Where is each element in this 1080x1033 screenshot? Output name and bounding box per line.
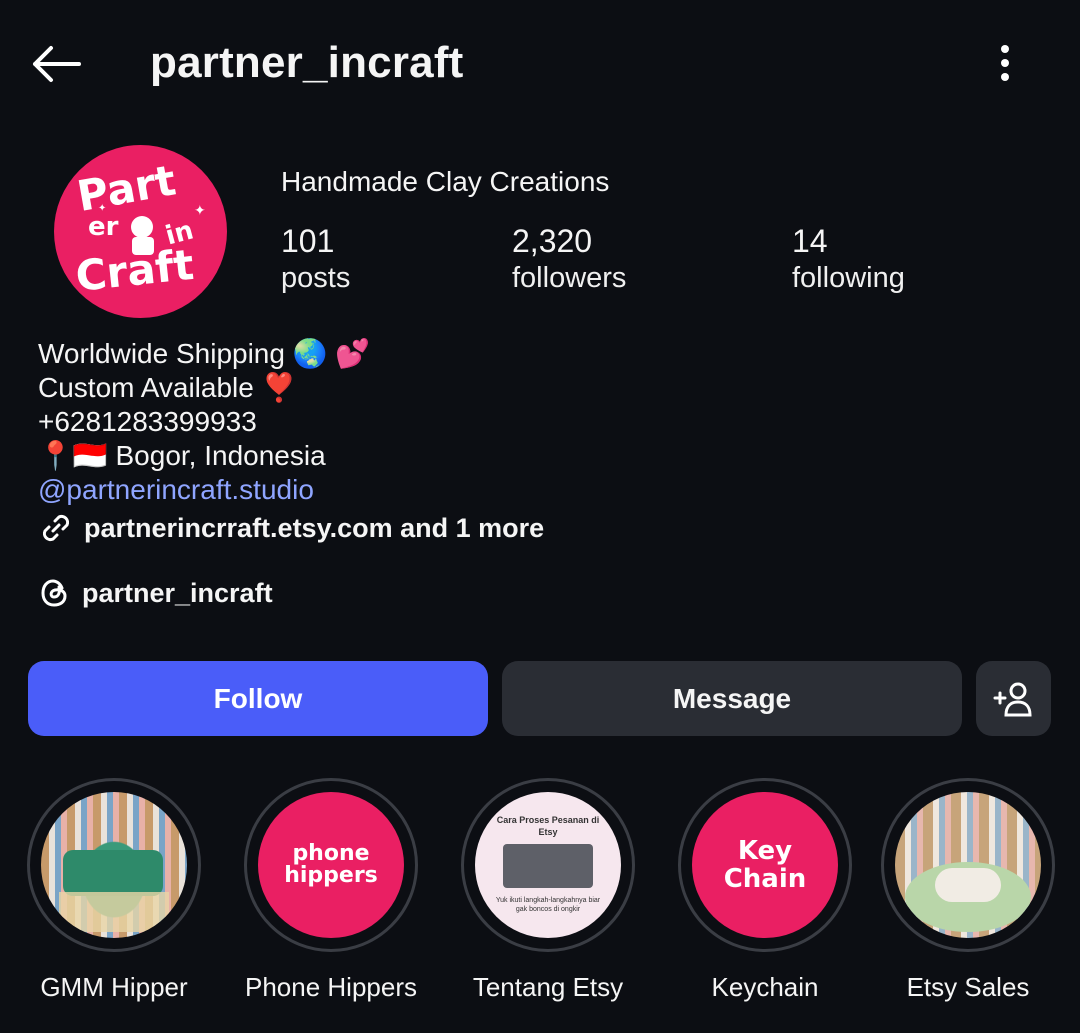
brand-logo: Part er in Craft ✦ ✦ xyxy=(73,156,206,301)
suggest-user-button[interactable] xyxy=(976,661,1051,736)
threads-icon xyxy=(41,579,67,607)
following-label: following xyxy=(792,262,905,294)
highlight-ring: Cara Proses Pesanan di Etsy Yuk ikuti la… xyxy=(461,778,635,952)
follow-button[interactable]: Follow xyxy=(28,661,488,736)
highlight-cover-photo xyxy=(41,792,187,938)
svg-text:er: er xyxy=(88,212,119,242)
svg-text:✦: ✦ xyxy=(98,203,106,214)
bio-location: 📍🇮🇩 Bogor, Indonesia xyxy=(38,440,326,471)
highlight-tentang-etsy[interactable]: Cara Proses Pesanan di Etsy Yuk ikuti la… xyxy=(448,778,648,1003)
external-link-text: partnerincrraft.etsy.com and 1 more xyxy=(84,512,545,543)
following-count: 14 xyxy=(792,223,828,259)
more-options-button[interactable] xyxy=(982,38,1028,88)
highlight-gmm-hipper[interactable]: GMM Hipper xyxy=(14,778,214,1003)
bio-phone: +6281283399933 xyxy=(38,406,257,437)
message-button[interactable]: Message xyxy=(502,661,962,736)
highlight-cover-title: Cara Proses Pesanan di Etsy xyxy=(496,815,600,837)
threads-handle: partner_incraft xyxy=(82,577,273,608)
highlight-ring: phone hippers xyxy=(244,778,418,952)
highlight-label: Tentang Etsy xyxy=(472,972,624,1002)
highlight-ring xyxy=(881,778,1055,952)
highlight-label: Etsy Sales xyxy=(906,972,1030,1002)
highlight-phone-hippers[interactable]: phone hippers Phone Hippers xyxy=(231,778,431,1003)
display-name: Handmade Clay Creations xyxy=(281,166,610,197)
followers-stat[interactable]: 2,320 followers xyxy=(512,222,626,296)
bio-line: Worldwide Shipping 🌏 💕 xyxy=(38,338,371,369)
add-user-icon xyxy=(993,682,1032,716)
followers-count: 2,320 xyxy=(512,223,593,259)
back-arrow-icon xyxy=(33,46,81,82)
highlight-label: Phone Hippers xyxy=(245,972,417,1002)
highlight-etsy-sales[interactable]: Etsy Sales xyxy=(868,778,1068,1003)
external-link[interactable]: partnerincrraft.etsy.com and 1 more xyxy=(38,510,544,546)
posts-label: posts xyxy=(281,262,351,294)
highlight-cover-screenshot xyxy=(503,844,593,888)
bio: Worldwide Shipping 🌏 💕 Custom Available … xyxy=(38,337,370,507)
highlight-label: GMM Hipper xyxy=(40,972,188,1002)
highlight-keychain[interactable]: Key Chain Keychain xyxy=(665,778,865,1003)
highlight-cover-text: Key Chain xyxy=(723,836,807,894)
posts-count: 101 xyxy=(281,223,335,259)
posts-stat[interactable]: 101 posts xyxy=(281,222,350,296)
highlight-cover-photo xyxy=(895,792,1041,938)
followers-label: followers xyxy=(512,262,627,294)
svg-text:✦: ✦ xyxy=(194,202,206,218)
more-vertical-icon xyxy=(1001,45,1009,81)
highlight-ring xyxy=(27,778,201,952)
bio-mention-link[interactable]: @partnerincraft.studio xyxy=(38,473,370,507)
threads-link[interactable]: partner_incraft xyxy=(38,576,273,610)
highlight-cover: phone hippers xyxy=(258,792,404,938)
highlight-label: Keychain xyxy=(711,972,819,1002)
page-title: partner_incraft xyxy=(150,38,464,87)
highlight-cover: Cara Proses Pesanan di Etsy Yuk ikuti la… xyxy=(475,792,621,938)
following-stat[interactable]: 14 following xyxy=(792,222,905,296)
highlight-ring: Key Chain xyxy=(678,778,852,952)
highlight-cover-caption: Yuk ikuti langkah-langkahnya biar gak bo… xyxy=(495,897,601,913)
back-button[interactable] xyxy=(24,34,88,94)
link-icon xyxy=(42,514,70,542)
avatar[interactable]: Part er in Craft ✦ ✦ xyxy=(54,145,227,318)
highlight-cover: Key Chain xyxy=(692,792,838,938)
bio-line: Custom Available ❣️ xyxy=(38,372,297,403)
highlight-cover-text: phone hippers xyxy=(284,841,378,888)
